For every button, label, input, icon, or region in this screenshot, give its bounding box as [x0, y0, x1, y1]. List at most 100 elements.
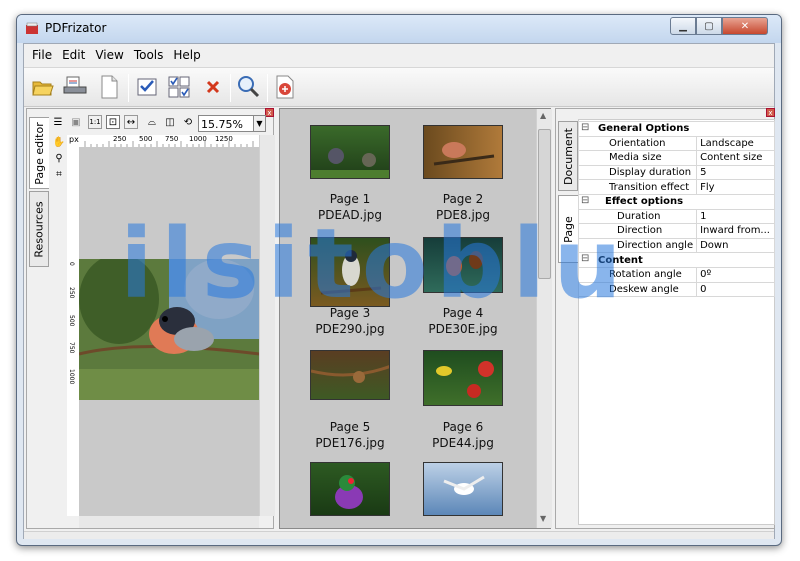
property-row[interactable]: Deskew angle 0: [577, 281, 775, 298]
property-value[interactable]: Down: [696, 237, 775, 254]
property-category[interactable]: ⊟ Effect options: [578, 193, 775, 210]
title-bar[interactable]: PDFrizator ▁ ▢ ✕: [17, 15, 781, 43]
menu-file[interactable]: File: [28, 48, 56, 62]
menu-edit[interactable]: Edit: [58, 48, 89, 62]
property-grid: ⊟ General Options Orientation Landscape Medi…: [577, 121, 775, 298]
zoom-select[interactable]: 15.75% ▼: [198, 115, 266, 132]
flip-icon[interactable]: ⌓: [145, 115, 159, 129]
property-value[interactable]: Content size: [696, 150, 775, 166]
property-value[interactable]: 5: [696, 164, 775, 181]
editor-vertical-scrollbar[interactable]: [259, 135, 275, 516]
scroll-down-icon[interactable]: ▼: [540, 514, 546, 523]
collapse-icon[interactable]: ⊟: [581, 122, 589, 133]
tab-resources[interactable]: Resources: [29, 191, 49, 267]
delete-button[interactable]: [198, 72, 228, 102]
mirror-icon[interactable]: ◫: [163, 115, 177, 129]
thumbnail-3-page: Page 3: [329, 306, 371, 320]
app-window: PDFrizator ▁ ▢ ✕ File Edit View Tools He…: [16, 14, 782, 546]
select-all-button[interactable]: [132, 72, 162, 102]
tab-document[interactable]: Document: [558, 121, 578, 191]
chevron-down-icon[interactable]: ▼: [253, 116, 265, 131]
select-grid-button[interactable]: [164, 72, 194, 102]
editor-toolbar: ☰ ▣ 1:1 ⊡ ↔ ⌓ ◫ ⟲ 15.75% ▼: [51, 115, 271, 133]
menu-view[interactable]: View: [91, 48, 127, 62]
rotate-icon[interactable]: ⟲: [181, 115, 195, 129]
property-category-label: Content: [598, 254, 643, 266]
thumbnail-7[interactable]: [310, 462, 390, 516]
delete-icon: [206, 80, 220, 94]
thumbnail-1[interactable]: [310, 125, 390, 179]
property-category[interactable]: ⊟ General Options: [578, 121, 775, 137]
property-row[interactable]: Orientation Landscape: [577, 135, 775, 152]
menu-tools[interactable]: Tools: [130, 48, 168, 62]
ruler-tick-label: 500: [68, 315, 75, 327]
scan-button[interactable]: [60, 72, 90, 102]
thumbnail-5-file: PDE176.jpg: [315, 436, 385, 450]
property-category[interactable]: ⊟ Content: [578, 252, 775, 268]
property-row[interactable]: Duration 1: [577, 208, 775, 225]
save-icon[interactable]: ▣: [69, 115, 83, 129]
property-row[interactable]: Direction Inward from...: [577, 223, 775, 239]
property-value[interactable]: Fly: [696, 179, 775, 195]
scroll-up-icon[interactable]: ▲: [540, 111, 546, 120]
property-category-label: Effect options: [605, 196, 684, 208]
property-row[interactable]: Direction angle Down: [577, 237, 775, 254]
property-row[interactable]: Display duration 5: [577, 164, 775, 181]
ruler-tick-label: 500: [139, 135, 153, 143]
property-label: Direction: [577, 223, 698, 239]
property-row[interactable]: Rotation angle 0º: [577, 266, 775, 283]
thumbnail-6[interactable]: [423, 350, 503, 406]
fit-actual-icon[interactable]: 1:1: [88, 115, 102, 129]
thumbnail-panel: Page 1 PDEAD.jpg Page 2 PDE8.jpg Page 3 …: [279, 108, 552, 529]
fit-page-icon[interactable]: ⊡: [106, 115, 120, 129]
property-value[interactable]: 1: [696, 208, 775, 225]
checklist-icon: [137, 78, 157, 96]
fit-width-icon[interactable]: ↔: [124, 115, 138, 129]
select-tool-icon[interactable]: ⚲: [52, 151, 66, 165]
pane-close-icon[interactable]: x: [766, 108, 775, 117]
maximize-button[interactable]: ▢: [696, 17, 722, 35]
collapse-icon[interactable]: ⊟: [581, 195, 589, 206]
thumbnail-image: [446, 251, 483, 276]
hand-tool-icon[interactable]: ✋: [52, 135, 66, 149]
export-button[interactable]: [270, 72, 300, 102]
thumbnail-5[interactable]: [310, 350, 390, 400]
property-value[interactable]: 0: [696, 281, 775, 298]
property-row[interactable]: Transition effect Fly: [577, 179, 775, 195]
thumbnail-4[interactable]: [423, 237, 503, 293]
thumbnails-scrollbar[interactable]: ▲ ▼: [536, 109, 552, 528]
minimize-button[interactable]: ▁: [670, 17, 696, 35]
scrollbar-thumb[interactable]: [538, 129, 551, 279]
list-view-icon[interactable]: ☰: [51, 115, 65, 129]
property-value[interactable]: 0º: [696, 266, 775, 283]
tab-page[interactable]: Page: [558, 195, 578, 263]
thumbnail-2[interactable]: [423, 125, 503, 179]
property-category-label: General Options: [598, 123, 690, 135]
ruler-tick-label: 1250: [215, 135, 233, 143]
thumbnail-3[interactable]: [310, 237, 390, 307]
thumbnail-4-page: Page 4: [442, 306, 484, 320]
crop-tool-icon[interactable]: ⌗: [52, 167, 66, 181]
ruler-tick-label: 750: [165, 135, 179, 143]
open-button[interactable]: [28, 72, 58, 102]
property-label: Rotation angle: [577, 266, 698, 283]
property-value[interactable]: Landscape: [696, 135, 775, 152]
thumbnail-image: [443, 475, 485, 495]
tab-page-editor[interactable]: Page editor: [29, 117, 49, 189]
new-page-button[interactable]: [94, 72, 124, 102]
editor-horizontal-scrollbar[interactable]: [79, 516, 259, 528]
zoom-button[interactable]: [234, 72, 264, 102]
thumbnail-8[interactable]: [423, 462, 503, 516]
collapse-icon[interactable]: ⊟: [581, 254, 589, 265]
property-value[interactable]: Inward from...: [696, 223, 775, 239]
page-canvas[interactable]: [79, 147, 259, 516]
export-pdf-icon: [276, 75, 294, 99]
menu-bar: File Edit View Tools Help: [24, 44, 774, 66]
property-row[interactable]: Media size Content size: [577, 150, 775, 166]
property-label: Display duration: [577, 164, 698, 181]
open-folder-icon: [32, 81, 54, 96]
property-label: Duration: [577, 208, 698, 225]
menu-help[interactable]: Help: [169, 48, 204, 62]
close-button[interactable]: ✕: [722, 17, 768, 35]
thumbnail-2-page: Page 2: [442, 192, 484, 206]
